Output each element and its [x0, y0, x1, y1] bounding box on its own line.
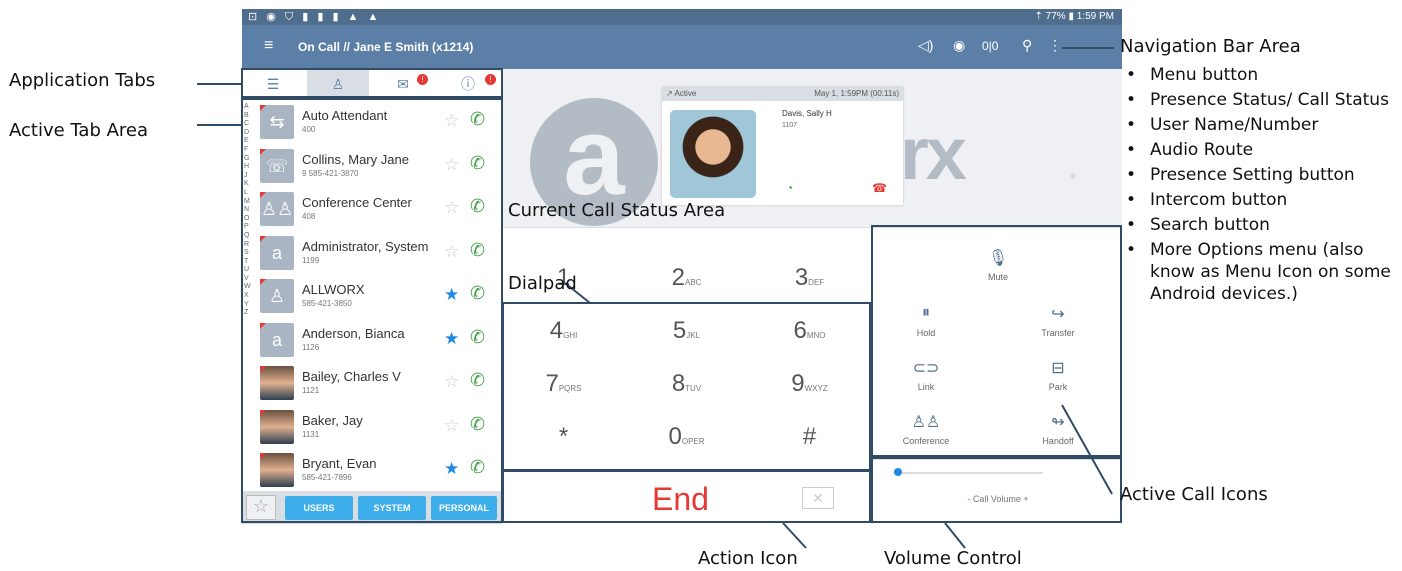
dialpad-label: Dialpad [508, 273, 577, 294]
nav-bullet: • Presence Status/ Call Status [1126, 90, 1389, 110]
action-icon-label: Action Icon [698, 548, 798, 569]
nav-bullet: • Search button [1126, 215, 1270, 235]
active-tab-area-label: Active Tab Area [9, 120, 149, 141]
application-tabs-label: Application Tabs [9, 70, 156, 91]
action-leader [782, 522, 807, 549]
bullet-dot: • [1126, 190, 1137, 210]
bullet-dot: • [1126, 65, 1137, 85]
nav-bullet: • Intercom button [1126, 190, 1288, 210]
bullet-dot: • [1126, 165, 1137, 185]
nav-bullet: • Audio Route [1126, 140, 1254, 160]
nav-bullet: • User Name/Number [1126, 115, 1319, 135]
bullet-dot: • [1126, 240, 1137, 260]
bullet-dot: • [1126, 115, 1137, 135]
call-icons-leader [1061, 404, 1113, 495]
navigation-bar-label: Navigation Bar Area [1120, 36, 1301, 57]
current-call-status-label: Current Call Status Area [508, 200, 726, 221]
nav-bullet-list: • Menu button • Presence Status/ Call Statu… [1126, 64, 1396, 308]
bullet-dot: • [1126, 215, 1137, 235]
nav-bullet: • More Options menu (also know as Menu Ic… [1126, 240, 1391, 304]
nav-bullet: • Presence Setting button [1126, 165, 1355, 185]
active-call-icons-label: Active Call Icons [1120, 484, 1268, 505]
volume-leader [944, 522, 966, 549]
volume-control-label: Volume Control [884, 548, 1022, 569]
bullet-dot: • [1126, 140, 1137, 160]
nav-bullet: • Menu button [1126, 65, 1259, 85]
bullet-dot: • [1126, 90, 1137, 110]
